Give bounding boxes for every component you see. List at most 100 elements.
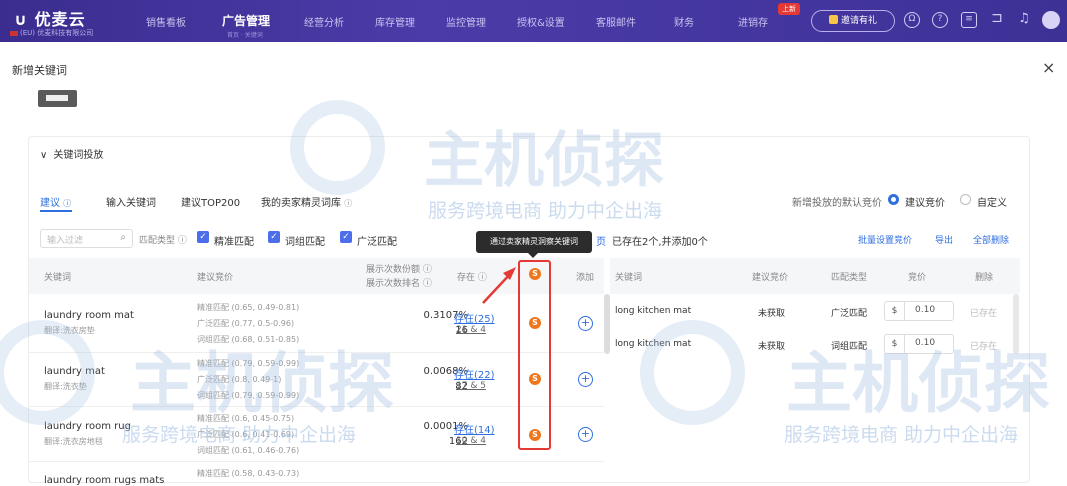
selected-bid: 未获取 xyxy=(758,342,786,352)
sprite-column-highlight xyxy=(518,260,551,450)
invite-button[interactable]: 邀请有礼 xyxy=(811,10,895,32)
dialog-title: 新增关键词 xyxy=(12,64,67,77)
th-right-keyword: 关键词 xyxy=(615,273,643,283)
status-text: 已存在2个,并添加0个 xyxy=(612,237,708,248)
nav-inventory[interactable]: 库存管理 xyxy=(375,14,415,29)
th-right-delete: 删除 xyxy=(975,273,994,283)
checkbox-phrase-label: 词组匹配 xyxy=(285,237,325,248)
add-keyword-button[interactable]: + xyxy=(578,316,593,331)
row-translation: 翻译:洗衣垫 xyxy=(44,382,87,391)
row-bid-exact: 精准匹配 (0.65, 0.49-0.81) xyxy=(197,303,300,312)
row-exist-counts[interactable]: 21 & 4 xyxy=(456,325,486,335)
user-group-icon[interactable]: Ω xyxy=(904,12,920,28)
message-icon[interactable]: ≡ xyxy=(961,12,977,28)
tooltip: 通过卖家精灵洞察关键词 xyxy=(476,231,592,253)
th-impression-rank[interactable]: 展示次数排名 ⓘ xyxy=(366,276,432,289)
nav-active-sub: 首页 · 关键词 xyxy=(227,32,263,39)
tab-suggested[interactable]: 建议 ⓘ xyxy=(40,194,71,209)
th-right-bid: 建议竞价 xyxy=(752,273,789,283)
add-keyword-button[interactable]: + xyxy=(578,427,593,442)
selected-bid: 未获取 xyxy=(758,309,786,319)
new-badge: 上新 xyxy=(778,3,800,15)
checkbox-phrase[interactable]: ✓ xyxy=(268,231,280,243)
left-scrollbar[interactable] xyxy=(604,294,610,354)
bell-icon[interactable]: ♫ xyxy=(1016,12,1032,28)
row-divider xyxy=(29,461,604,462)
checkbox-broad-label: 广泛匹配 xyxy=(357,237,397,248)
th-right-price: 竞价 xyxy=(908,273,927,283)
nav-purchase-sales[interactable]: 进销存 xyxy=(738,14,768,29)
chevron-down-icon: ∨ xyxy=(40,150,48,161)
tab-top200[interactable]: 建议TOP200 xyxy=(181,194,240,209)
row-exist-link[interactable]: 存在(14) xyxy=(454,421,495,436)
add-keyword-button[interactable]: + xyxy=(578,372,593,387)
selected-match-type: 广泛匹配 xyxy=(831,309,868,319)
info-icon: ⓘ xyxy=(344,199,353,208)
row-bid-exact: 精准匹配 (0.79, 0.59-0.99) xyxy=(197,359,300,368)
th-impression-share[interactable]: 展示次数份额 ⓘ xyxy=(366,262,432,275)
row-bid-phrase: 词组匹配 (0.61, 0.46-0.76) xyxy=(197,446,300,455)
right-table-header xyxy=(610,258,1020,294)
row-bid-exact: 精准匹配 (0.58, 0.43-0.73) xyxy=(197,469,300,478)
checkbox-exact[interactable]: ✓ xyxy=(197,231,209,243)
row-bid-broad: 广泛匹配 (0.77, 0.5-0.96) xyxy=(197,319,295,328)
row-exist-link[interactable]: 存在(22) xyxy=(454,366,495,381)
checkbox-broad[interactable]: ✓ xyxy=(340,231,352,243)
bid-price-input[interactable]: $0.10 xyxy=(884,334,954,354)
row-translation: 翻译:洗衣房地毯 xyxy=(44,437,103,446)
export-button[interactable]: 导出 xyxy=(935,233,953,246)
flag-icon xyxy=(10,30,18,36)
row-bid-broad: 广泛匹配 (0.6, 0.41-0.69) xyxy=(197,430,295,439)
app-logo[interactable]: ∪ 优麦云 xyxy=(14,6,86,30)
filter-input[interactable]: 输入过滤 ⌕ xyxy=(40,229,133,248)
th-keyword: 关键词 xyxy=(44,273,72,283)
nav-cs-mail[interactable]: 客服邮件 xyxy=(596,14,636,29)
th-exist[interactable]: 存在 ⓘ xyxy=(457,270,487,283)
delete-all-button[interactable]: 全部删除 xyxy=(973,233,1009,246)
th-suggested-bid: 建议竞价 xyxy=(197,273,234,283)
cart-icon[interactable]: ⊐ xyxy=(989,11,1005,28)
batch-bid-button[interactable]: 批量设置竞价 xyxy=(858,233,912,246)
radio-custom-bid[interactable] xyxy=(960,194,971,205)
selected-keyword: long kitchen mat xyxy=(615,339,692,349)
info-icon: ⓘ xyxy=(63,199,72,208)
nav-sales-board[interactable]: 销售看板 xyxy=(146,14,186,29)
logo-mark-icon: ∪ xyxy=(14,10,35,29)
close-icon[interactable]: × xyxy=(1042,58,1055,77)
row-keyword: laundry room mat xyxy=(44,310,134,321)
th-add: 添加 xyxy=(576,273,595,283)
right-scrollbar[interactable] xyxy=(1013,294,1019,354)
store-selector[interactable]: (EU) 优麦科技有限公司 xyxy=(10,28,93,38)
nav-monitoring[interactable]: 监控管理 xyxy=(446,14,486,29)
exists-status: 已存在 xyxy=(970,342,998,352)
tab-seller-sprite[interactable]: 我的卖家精灵词库 ⓘ xyxy=(261,194,352,209)
match-type-label: 匹配类型 ⓘ xyxy=(139,236,187,246)
avatar[interactable] xyxy=(1042,11,1060,29)
row-bid-phrase: 词组匹配 (0.68, 0.51-0.85) xyxy=(197,335,300,344)
nav-finance[interactable]: 财务 xyxy=(674,14,694,29)
row-exist-link[interactable]: 存在(25) xyxy=(454,310,495,325)
section-title[interactable]: ∨ 关键词投放 xyxy=(40,146,103,161)
nav-ad-management[interactable]: 广告管理 xyxy=(222,12,270,29)
row-translation: 翻译:洗衣房垫 xyxy=(44,326,95,335)
nav-business-analysis[interactable]: 经营分析 xyxy=(304,14,344,29)
default-bid-label: 新增投放的默认竞价 xyxy=(792,198,882,209)
row-bid-phrase: 词组匹配 (0.79, 0.59-0.99) xyxy=(197,391,300,400)
row-keyword: laundry room rug xyxy=(44,421,131,432)
active-tab-indicator xyxy=(40,210,72,212)
radio-suggested-bid[interactable] xyxy=(888,194,899,205)
selected-keyword: long kitchen mat xyxy=(615,306,692,316)
tab-input-keyword[interactable]: 输入关键词 xyxy=(106,194,156,209)
help-icon[interactable]: ? xyxy=(932,12,948,28)
row-exist-counts[interactable]: 10 & 4 xyxy=(456,436,486,446)
row-keyword: laundry room rugs mats xyxy=(44,475,165,486)
checkbox-exact-label: 精准匹配 xyxy=(214,237,254,248)
th-right-match: 匹配类型 xyxy=(831,273,868,283)
bid-price-input[interactable]: $0.10 xyxy=(884,301,954,321)
row-exist-counts[interactable]: 17 & 5 xyxy=(456,381,486,391)
top-nav-bar: ∪ 优麦云 (EU) 优麦科技有限公司 销售看板 广告管理 首页 · 关键词 经… xyxy=(0,0,1067,42)
nav-auth-settings[interactable]: 授权&设置 xyxy=(517,14,565,29)
page-link[interactable]: 页 xyxy=(596,233,606,248)
product-thumbnail xyxy=(38,90,77,107)
row-bid-exact: 精准匹配 (0.6, 0.45-0.75) xyxy=(197,414,295,423)
